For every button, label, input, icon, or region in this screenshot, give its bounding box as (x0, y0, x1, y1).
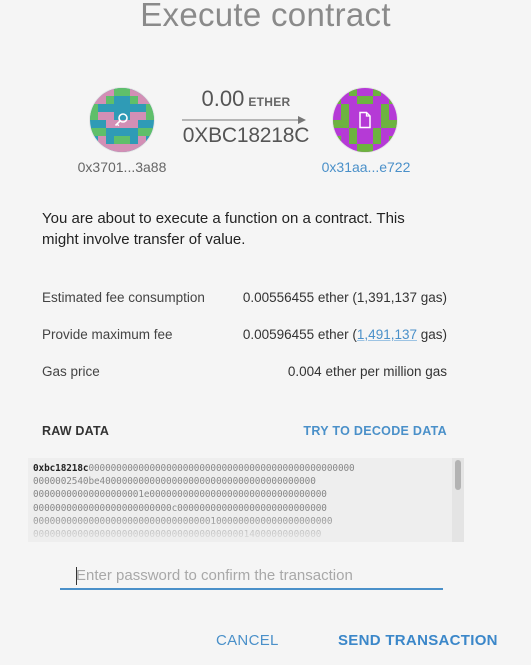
page-title: Execute contract (140, 0, 391, 33)
estimated-fee-label: Estimated fee consumption (42, 290, 205, 305)
estimated-fee-value: 0.00556455 ether (1,391,137 gas) (243, 290, 447, 305)
password-input[interactable] (60, 562, 443, 590)
cancel-button[interactable]: CANCEL (216, 632, 279, 649)
maximum-gas-link[interactable]: 1,491,137 (357, 327, 417, 342)
text-caret (76, 567, 77, 585)
maximum-fee-label: Provide maximum fee (42, 327, 173, 342)
raw-data-selector: 0xbc18218c (33, 463, 89, 474)
decode-data-link[interactable]: TRY TO DECODE DATA (303, 424, 447, 438)
raw-data-box[interactable]: 0xbc18218c000000000000000000000000000000… (28, 458, 464, 542)
function-signature: 0XBC18218C (182, 124, 310, 147)
estimated-fee-amount: 0.00556455 ether ( (242, 290, 357, 305)
estimated-gas: 1,391,137 (356, 290, 417, 305)
amount-value: 0.00 (201, 86, 245, 111)
raw-data-label: RAW DATA (42, 424, 110, 438)
maximum-fee-amount: 0.00596455 ether ( (242, 327, 357, 342)
key-icon (112, 110, 132, 130)
maximum-fee-value: 0.00596455 ether (1,491,137 gas) (243, 327, 447, 342)
send-transaction-button[interactable]: SEND TRANSACTION (338, 632, 498, 649)
raw-data-line: 0000000000000000000000000000000000000000… (88, 463, 355, 474)
raw-data-line: 0000000000000000000000000c00000000000000… (33, 502, 327, 514)
contract-address-link[interactable]: 0x31aa...e722 (296, 159, 436, 175)
amount-unit: ETHER (248, 95, 291, 109)
raw-data-scrollbar-thumb[interactable] (455, 460, 461, 490)
gas-price-value: 0.004 ether per million gas (287, 364, 447, 379)
execution-notice: You are about to execute a function on a… (42, 210, 405, 248)
raw-data-fade (28, 514, 448, 542)
estimated-gas-suffix: gas) (416, 290, 447, 305)
gas-price-label: Gas price (42, 364, 100, 379)
transfer-amount: 0.00 ETHER (182, 86, 310, 112)
document-icon (355, 110, 375, 130)
raw-data-line: 0000002540be4000000000000000000000000000… (33, 476, 316, 488)
contract-avatar[interactable] (333, 88, 397, 152)
maximum-gas-suffix: gas) (416, 327, 447, 342)
raw-data-line: 00000000000000000001e0000000000000000000… (33, 489, 327, 501)
from-address: 0x3701...3a88 (77, 159, 167, 175)
from-account-avatar[interactable] (90, 88, 154, 152)
